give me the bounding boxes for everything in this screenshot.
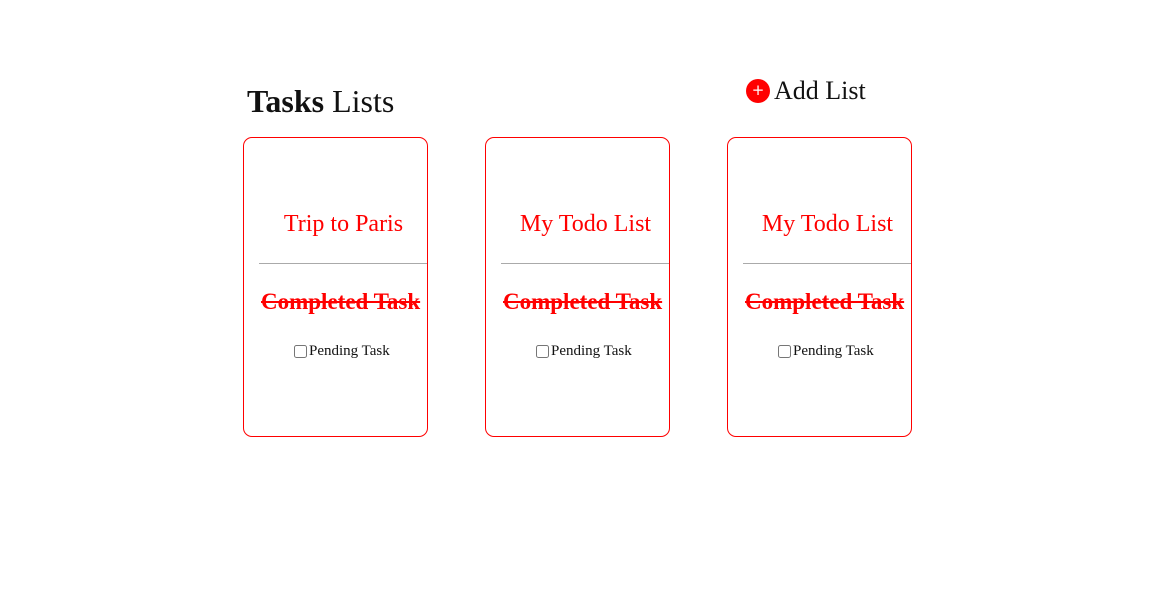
list-card-title[interactable]: My Todo List	[486, 210, 669, 238]
pending-task-item[interactable]: Pending Task	[778, 342, 874, 360]
page-title-strong: Tasks	[247, 83, 325, 119]
add-list-label: Add List	[774, 76, 866, 105]
completed-task-item[interactable]: Completed Task	[261, 288, 420, 316]
pending-task-checkbox[interactable]	[536, 344, 549, 358]
list-card-title[interactable]: Trip to Paris	[244, 210, 427, 238]
page-title: Tasks Lists	[247, 82, 394, 120]
list-card[interactable]: Trip to Paris Completed Task Pending Tas…	[243, 137, 428, 437]
list-card[interactable]: My Todo List Completed Task Pending Task	[485, 137, 670, 437]
pending-task-item[interactable]: Pending Task	[294, 342, 390, 360]
pending-task-checkbox[interactable]	[778, 344, 791, 358]
plus-icon: +	[746, 79, 770, 103]
pending-task-item[interactable]: Pending Task	[536, 342, 632, 360]
list-card-title[interactable]: My Todo List	[728, 210, 911, 238]
completed-task-item[interactable]: Completed Task	[503, 288, 662, 316]
page-title-rest: Lists	[332, 83, 395, 119]
pending-task-checkbox[interactable]	[294, 344, 307, 358]
pending-task-label: Pending Task	[793, 343, 874, 359]
pending-task-label: Pending Task	[551, 343, 632, 359]
list-card[interactable]: My Todo List Completed Task Pending Task	[727, 137, 912, 437]
card-divider	[501, 263, 669, 264]
add-list-button[interactable]: + Add List	[746, 76, 866, 106]
pending-task-label: Pending Task	[309, 343, 390, 359]
card-divider	[259, 263, 427, 264]
completed-task-item[interactable]: Completed Task	[745, 288, 904, 316]
card-divider	[743, 263, 911, 264]
page: Tasks Lists + Add List Trip to Paris Com…	[0, 0, 1156, 610]
